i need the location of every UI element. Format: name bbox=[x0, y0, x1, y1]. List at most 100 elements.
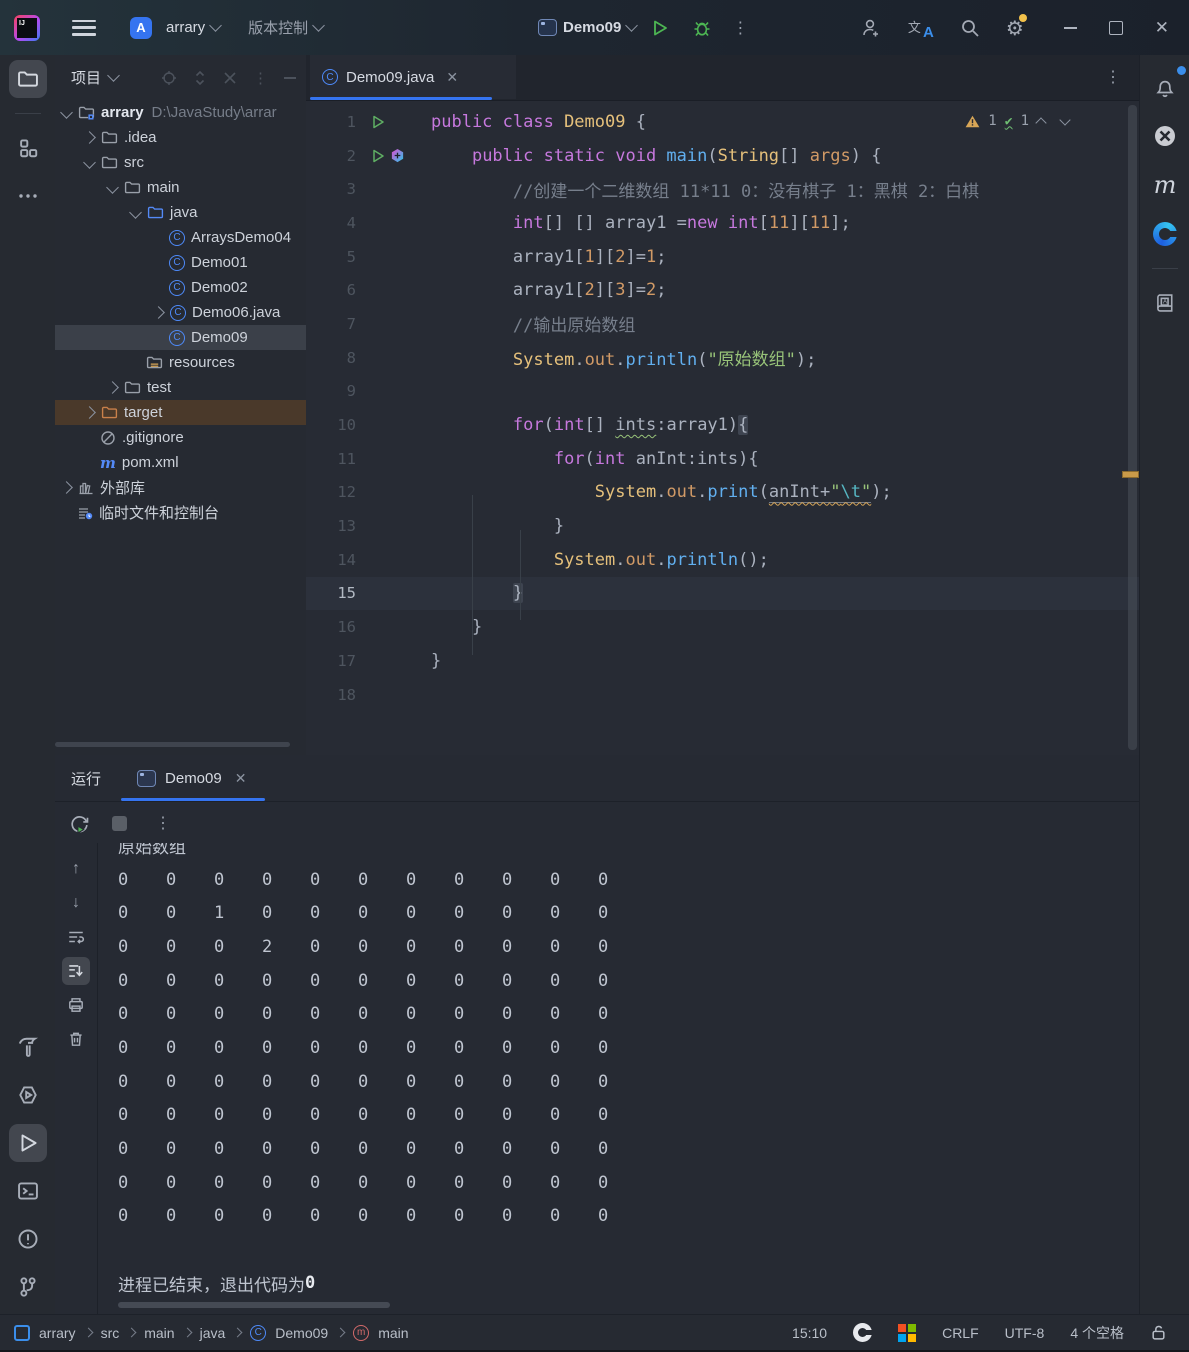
print-icon[interactable] bbox=[62, 991, 90, 1019]
code-line-18[interactable]: 18 bbox=[306, 678, 1139, 712]
notifications-bell-icon[interactable] bbox=[1146, 68, 1184, 106]
editor-scrollbar[interactable] bbox=[1128, 105, 1137, 750]
more-toolwindows-button[interactable] bbox=[9, 177, 47, 215]
unlock-icon[interactable] bbox=[1150, 1324, 1167, 1341]
run-toolwindow-button[interactable] bbox=[9, 1124, 47, 1162]
terminal-toolwindow-button[interactable] bbox=[9, 1172, 47, 1210]
code-line-15[interactable]: 15 } bbox=[306, 577, 1139, 611]
tree-chevron-icon[interactable] bbox=[60, 481, 73, 494]
expand-collapse-icon[interactable] bbox=[193, 70, 207, 86]
run-options-kebab[interactable]: ⋮ bbox=[155, 813, 171, 833]
tree-chevron-icon[interactable] bbox=[106, 381, 119, 394]
add-user-icon[interactable] bbox=[860, 17, 882, 39]
maven-toolwindow-icon[interactable]: m bbox=[1146, 166, 1184, 204]
tree-item-java[interactable]: java bbox=[55, 200, 306, 225]
down-stacktrace-icon[interactable]: ↓ bbox=[62, 889, 90, 917]
tree-item-外部库[interactable]: 外部库 bbox=[55, 475, 306, 500]
tree-chevron-icon[interactable] bbox=[83, 406, 96, 419]
editor-tab-demo09[interactable]: C Demo09.java ✕ bbox=[310, 55, 516, 99]
run-config-widget[interactable]: Demo09 bbox=[538, 19, 636, 36]
run-panel-title[interactable]: 运行 bbox=[55, 768, 123, 789]
run-gutter-icon[interactable] bbox=[370, 114, 386, 130]
tree-item-test[interactable]: test bbox=[55, 375, 306, 400]
code-line-3[interactable]: 3 //创建一个二维数组 11*11 0：没有棋子 1：黑棋 2：白棋 bbox=[306, 172, 1139, 206]
structure-toolwindow-button[interactable] bbox=[9, 129, 47, 167]
plugin-x-icon[interactable] bbox=[1146, 117, 1184, 155]
scroll-to-end-icon[interactable] bbox=[62, 957, 90, 985]
tree-chevron-icon[interactable] bbox=[83, 131, 96, 144]
tree-item-Demo06.java[interactable]: CDemo06.java bbox=[55, 300, 306, 325]
clear-console-icon[interactable] bbox=[62, 1025, 90, 1053]
services-toolwindow-button[interactable] bbox=[9, 1076, 47, 1114]
project-panel-title[interactable]: 项目 bbox=[71, 67, 101, 88]
next-problem-icon[interactable] bbox=[1059, 114, 1070, 125]
search-icon[interactable] bbox=[960, 18, 980, 38]
run-tab-demo09[interactable]: Demo09 ✕ bbox=[123, 755, 260, 801]
breadcrumb-item[interactable]: java bbox=[200, 1325, 226, 1341]
code-line-4[interactable]: 4 int[] [] array1 =new int[11][11]; bbox=[306, 206, 1139, 240]
vcs-widget[interactable]: 版本控制 bbox=[248, 17, 323, 38]
soft-wrap-icon[interactable] bbox=[62, 923, 90, 951]
hide-panel-icon[interactable] bbox=[284, 77, 296, 79]
build-toolwindow-button[interactable] bbox=[9, 1028, 47, 1066]
inspection-widget[interactable]: 1 ✔ 1 bbox=[959, 108, 1075, 134]
locate-file-icon[interactable] bbox=[161, 70, 177, 86]
breadcrumb-item[interactable]: Demo09 bbox=[275, 1325, 328, 1341]
warning-scroll-marker[interactable] bbox=[1122, 471, 1139, 478]
tree-item-.idea[interactable]: .idea bbox=[55, 125, 306, 150]
breadcrumb-item[interactable]: main bbox=[144, 1325, 174, 1341]
encoding-widget[interactable]: UTF-8 bbox=[1005, 1325, 1045, 1341]
code-line-5[interactable]: 5 array1[1][2]=1; bbox=[306, 240, 1139, 274]
microsoft-logo-icon[interactable] bbox=[898, 1324, 916, 1342]
line-ending-widget[interactable]: CRLF bbox=[942, 1325, 979, 1341]
up-stacktrace-icon[interactable]: ↑ bbox=[62, 855, 90, 883]
tree-chevron-icon[interactable] bbox=[60, 106, 73, 119]
console-horizontal-scrollbar[interactable] bbox=[118, 1302, 390, 1308]
git-toolwindow-button[interactable] bbox=[9, 1268, 47, 1306]
problems-toolwindow-button[interactable] bbox=[9, 1220, 47, 1258]
tree-item-main[interactable]: main bbox=[55, 175, 306, 200]
tree-item-Demo01[interactable]: CDemo01 bbox=[55, 250, 306, 275]
plugin-gutter-icon[interactable] bbox=[390, 148, 405, 163]
tree-item-.gitignore[interactable]: .gitignore bbox=[55, 425, 306, 450]
code-line-13[interactable]: 13 } bbox=[306, 509, 1139, 543]
close-tab-icon[interactable]: ✕ bbox=[446, 69, 458, 86]
close-button[interactable]: ✕ bbox=[1155, 18, 1169, 38]
tree-item-arrary[interactable]: arraryD:\JavaStudy\arrar bbox=[55, 100, 306, 125]
code-line-9[interactable]: 9 bbox=[306, 375, 1139, 409]
code-line-8[interactable]: 8 System.out.println("原始数组"); bbox=[306, 341, 1139, 375]
tree-item-pom.xml[interactable]: mpom.xml bbox=[55, 450, 306, 475]
tree-item-target[interactable]: target bbox=[55, 400, 306, 425]
code-line-6[interactable]: 6 array1[2][3]=2; bbox=[306, 273, 1139, 307]
prev-problem-icon[interactable] bbox=[1035, 117, 1046, 128]
tree-item-Demo09[interactable]: CDemo09 bbox=[55, 325, 306, 350]
tree-item-src[interactable]: src bbox=[55, 150, 306, 175]
tree-item-临时文件和控制台[interactable]: 临时文件和控制台 bbox=[55, 500, 306, 525]
tree-chevron-icon[interactable] bbox=[83, 156, 96, 169]
code-line-10[interactable]: 10 for(int[] ints:array1){ bbox=[306, 408, 1139, 442]
code-line-11[interactable]: 11 for(int anInt:ints){ bbox=[306, 442, 1139, 476]
code-line-16[interactable]: 16 } bbox=[306, 610, 1139, 644]
close-run-tab-icon[interactable]: ✕ bbox=[235, 770, 247, 787]
code-line-12[interactable]: 12 System.out.print(anInt+"\t"); bbox=[306, 476, 1139, 510]
debug-button[interactable] bbox=[692, 18, 712, 38]
translate-icon[interactable]: 文A bbox=[908, 17, 934, 39]
editor-options-kebab[interactable]: ⋮ bbox=[1105, 67, 1121, 87]
tree-item-Demo02[interactable]: CDemo02 bbox=[55, 275, 306, 300]
tree-item-resources[interactable]: resources bbox=[55, 350, 306, 375]
tree-chevron-icon[interactable] bbox=[106, 181, 119, 194]
code-line-14[interactable]: 14 System.out.println(); bbox=[306, 543, 1139, 577]
rerun-button[interactable] bbox=[69, 813, 90, 834]
run-button[interactable] bbox=[650, 18, 670, 38]
collapse-all-icon[interactable] bbox=[223, 71, 237, 85]
tree-chevron-icon[interactable] bbox=[129, 206, 142, 219]
project-toolwindow-button[interactable] bbox=[9, 60, 47, 98]
tree-item-ArraysDemo04[interactable]: CArraysDemo04 bbox=[55, 225, 306, 250]
code-area[interactable]: 1public class Demo09 {2 public static vo… bbox=[306, 100, 1139, 755]
dictionary-book-icon[interactable]: A bbox=[1146, 284, 1184, 322]
breadcrumb-item[interactable]: arrary bbox=[39, 1325, 76, 1341]
minimize-button[interactable] bbox=[1064, 27, 1077, 29]
run-gutter-icon[interactable] bbox=[370, 148, 386, 164]
main-menu-button[interactable] bbox=[72, 20, 96, 36]
browser-swirl-icon[interactable] bbox=[1146, 215, 1184, 253]
